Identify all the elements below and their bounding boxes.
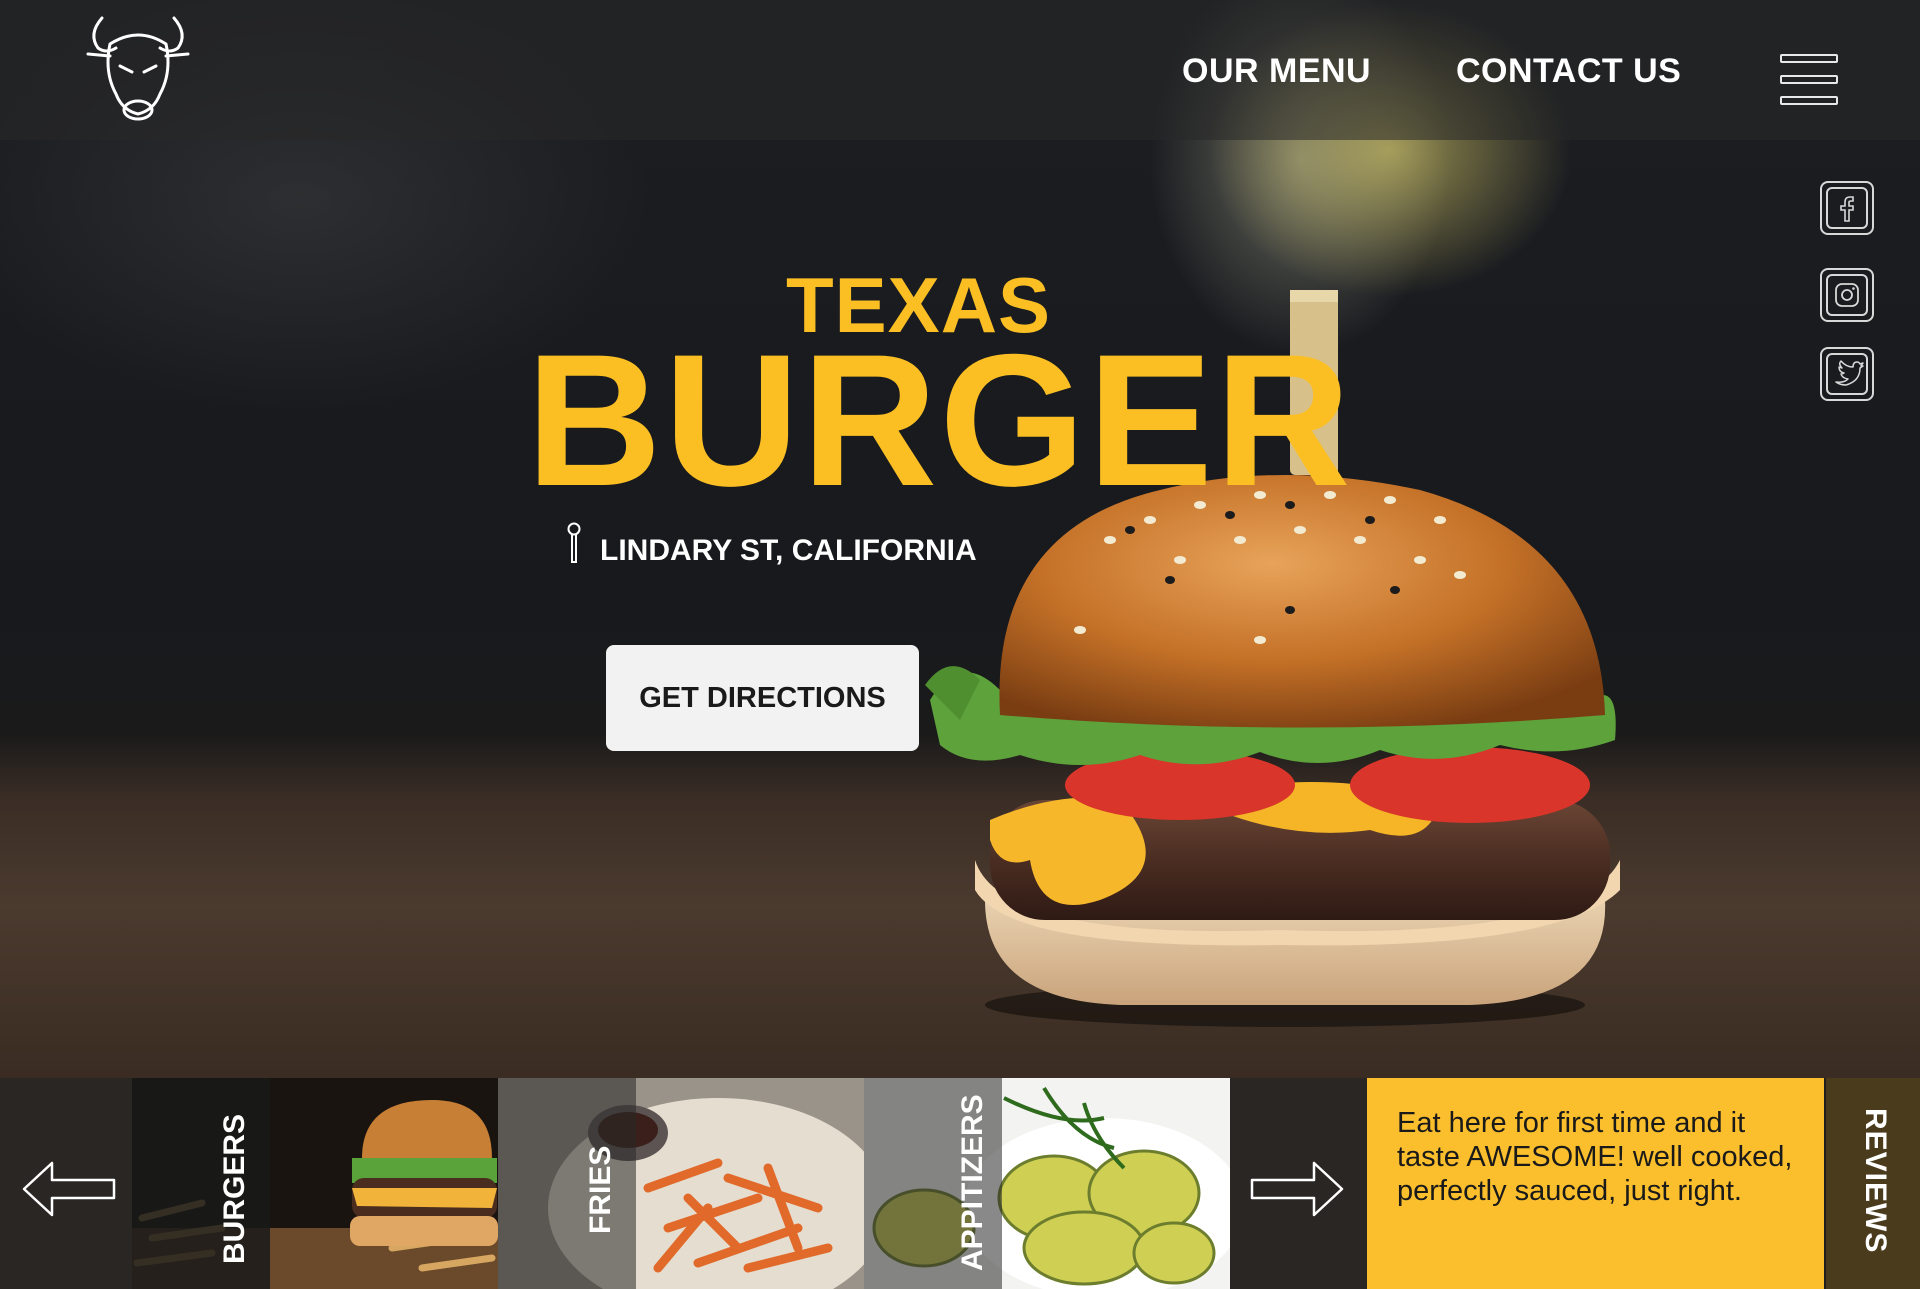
hamburger-menu-icon[interactable]: [1780, 54, 1838, 106]
map-pin-icon: [567, 522, 581, 563]
facebook-icon-frame: [1826, 187, 1868, 229]
review-text: Eat here for first time and it taste AWE…: [1397, 1107, 1793, 1207]
twitter-icon-frame: [1826, 353, 1868, 395]
hero-title-big: BURGER: [526, 315, 1353, 525]
instagram-glyph: [1835, 283, 1859, 307]
category-strip: BURGERS FRIES APPITIZERS Eat here for fi…: [0, 1078, 1920, 1289]
arrow-right-glyph: [1250, 1161, 1344, 1217]
category-label: FRIES: [584, 1145, 617, 1234]
category-label: APPITIZERS: [956, 1094, 989, 1271]
hero-address: LINDARY ST, CALIFORNIA: [600, 534, 977, 567]
instagram-icon-frame: [1826, 274, 1868, 316]
facebook-icon[interactable]: [1820, 181, 1874, 235]
category-burgers[interactable]: BURGERS: [132, 1078, 498, 1289]
arrow-left-icon[interactable]: [0, 1078, 132, 1289]
instagram-icon[interactable]: [1820, 268, 1874, 322]
reviews-label: REVIEWS: [1859, 1108, 1892, 1254]
hamburger-line: [1780, 96, 1838, 105]
hamburger-line: [1780, 75, 1838, 84]
landing-page: OUR MENU CONTACT US TEXAS BURGER LINDARY…: [0, 0, 1920, 1289]
arrow-right-icon[interactable]: [1230, 1078, 1367, 1289]
hamburger-line: [1780, 54, 1838, 63]
arrow-left-glyph: [22, 1161, 116, 1217]
nav-contact-us[interactable]: CONTACT US: [1456, 52, 1681, 91]
twitter-glyph: [1835, 360, 1864, 386]
category-label: BURGERS: [218, 1113, 251, 1264]
category-fries[interactable]: FRIES: [498, 1078, 864, 1289]
category-appitizers[interactable]: APPITIZERS: [864, 1078, 1230, 1289]
bull-head-icon[interactable]: [80, 14, 196, 130]
reviews-tab[interactable]: REVIEWS: [1826, 1078, 1920, 1289]
get-directions-button[interactable]: GET DIRECTIONS: [606, 645, 919, 751]
nav-our-menu[interactable]: OUR MENU: [1182, 52, 1371, 91]
review-card: Eat here for first time and it taste AWE…: [1367, 1078, 1824, 1289]
facebook-glyph: [1840, 196, 1854, 222]
twitter-icon[interactable]: [1820, 347, 1874, 401]
